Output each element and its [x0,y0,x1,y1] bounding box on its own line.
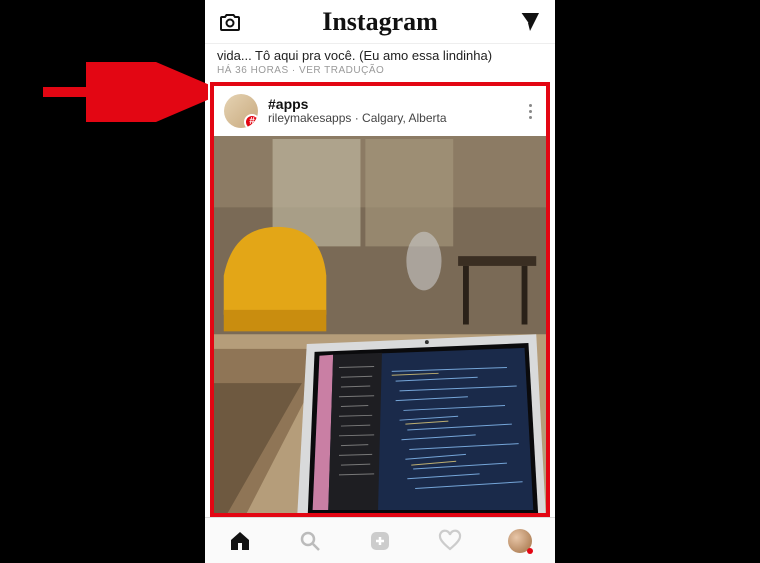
annotation-arrow-icon [38,62,208,122]
post-header-text[interactable]: #apps rileymakesapps · Calgary, Alberta [268,96,515,126]
brand-logo: Instagram [322,7,438,37]
add-post-icon[interactable] [367,528,393,554]
home-icon[interactable] [227,528,253,554]
post-header[interactable]: # #apps rileymakesapps · Calgary, Albert… [214,86,546,136]
post-hashtag: #apps [268,96,515,112]
profile-avatar [508,529,532,553]
post-subline: rileymakesapps · Calgary, Alberta [268,112,515,126]
previous-caption-fragment: vida... Tô aqui pra você. (Eu amo essa l… [205,44,555,65]
send-icon[interactable] [517,9,543,35]
post-location: Calgary, Alberta [362,111,447,125]
bottom-nav [205,517,555,563]
post-username: rileymakesapps [268,111,351,125]
profile-icon[interactable] [507,528,533,554]
camera-icon[interactable] [217,9,243,35]
highlighted-post: # #apps rileymakesapps · Calgary, Albert… [210,82,550,517]
phone-frame: Instagram vida... Tô aqui pra você. (Eu … [205,0,555,563]
more-options-icon[interactable] [525,100,536,123]
top-bar: Instagram [205,0,555,44]
search-icon[interactable] [297,528,323,554]
activity-heart-icon[interactable] [437,528,463,554]
separator: · [351,111,362,125]
post-photo[interactable] [214,136,546,513]
previous-caption-meta: HÁ 36 HORAS · VER TRADUÇÃO [205,65,555,80]
avatar[interactable]: # [224,94,258,128]
hashtag-badge-icon: # [244,114,258,128]
